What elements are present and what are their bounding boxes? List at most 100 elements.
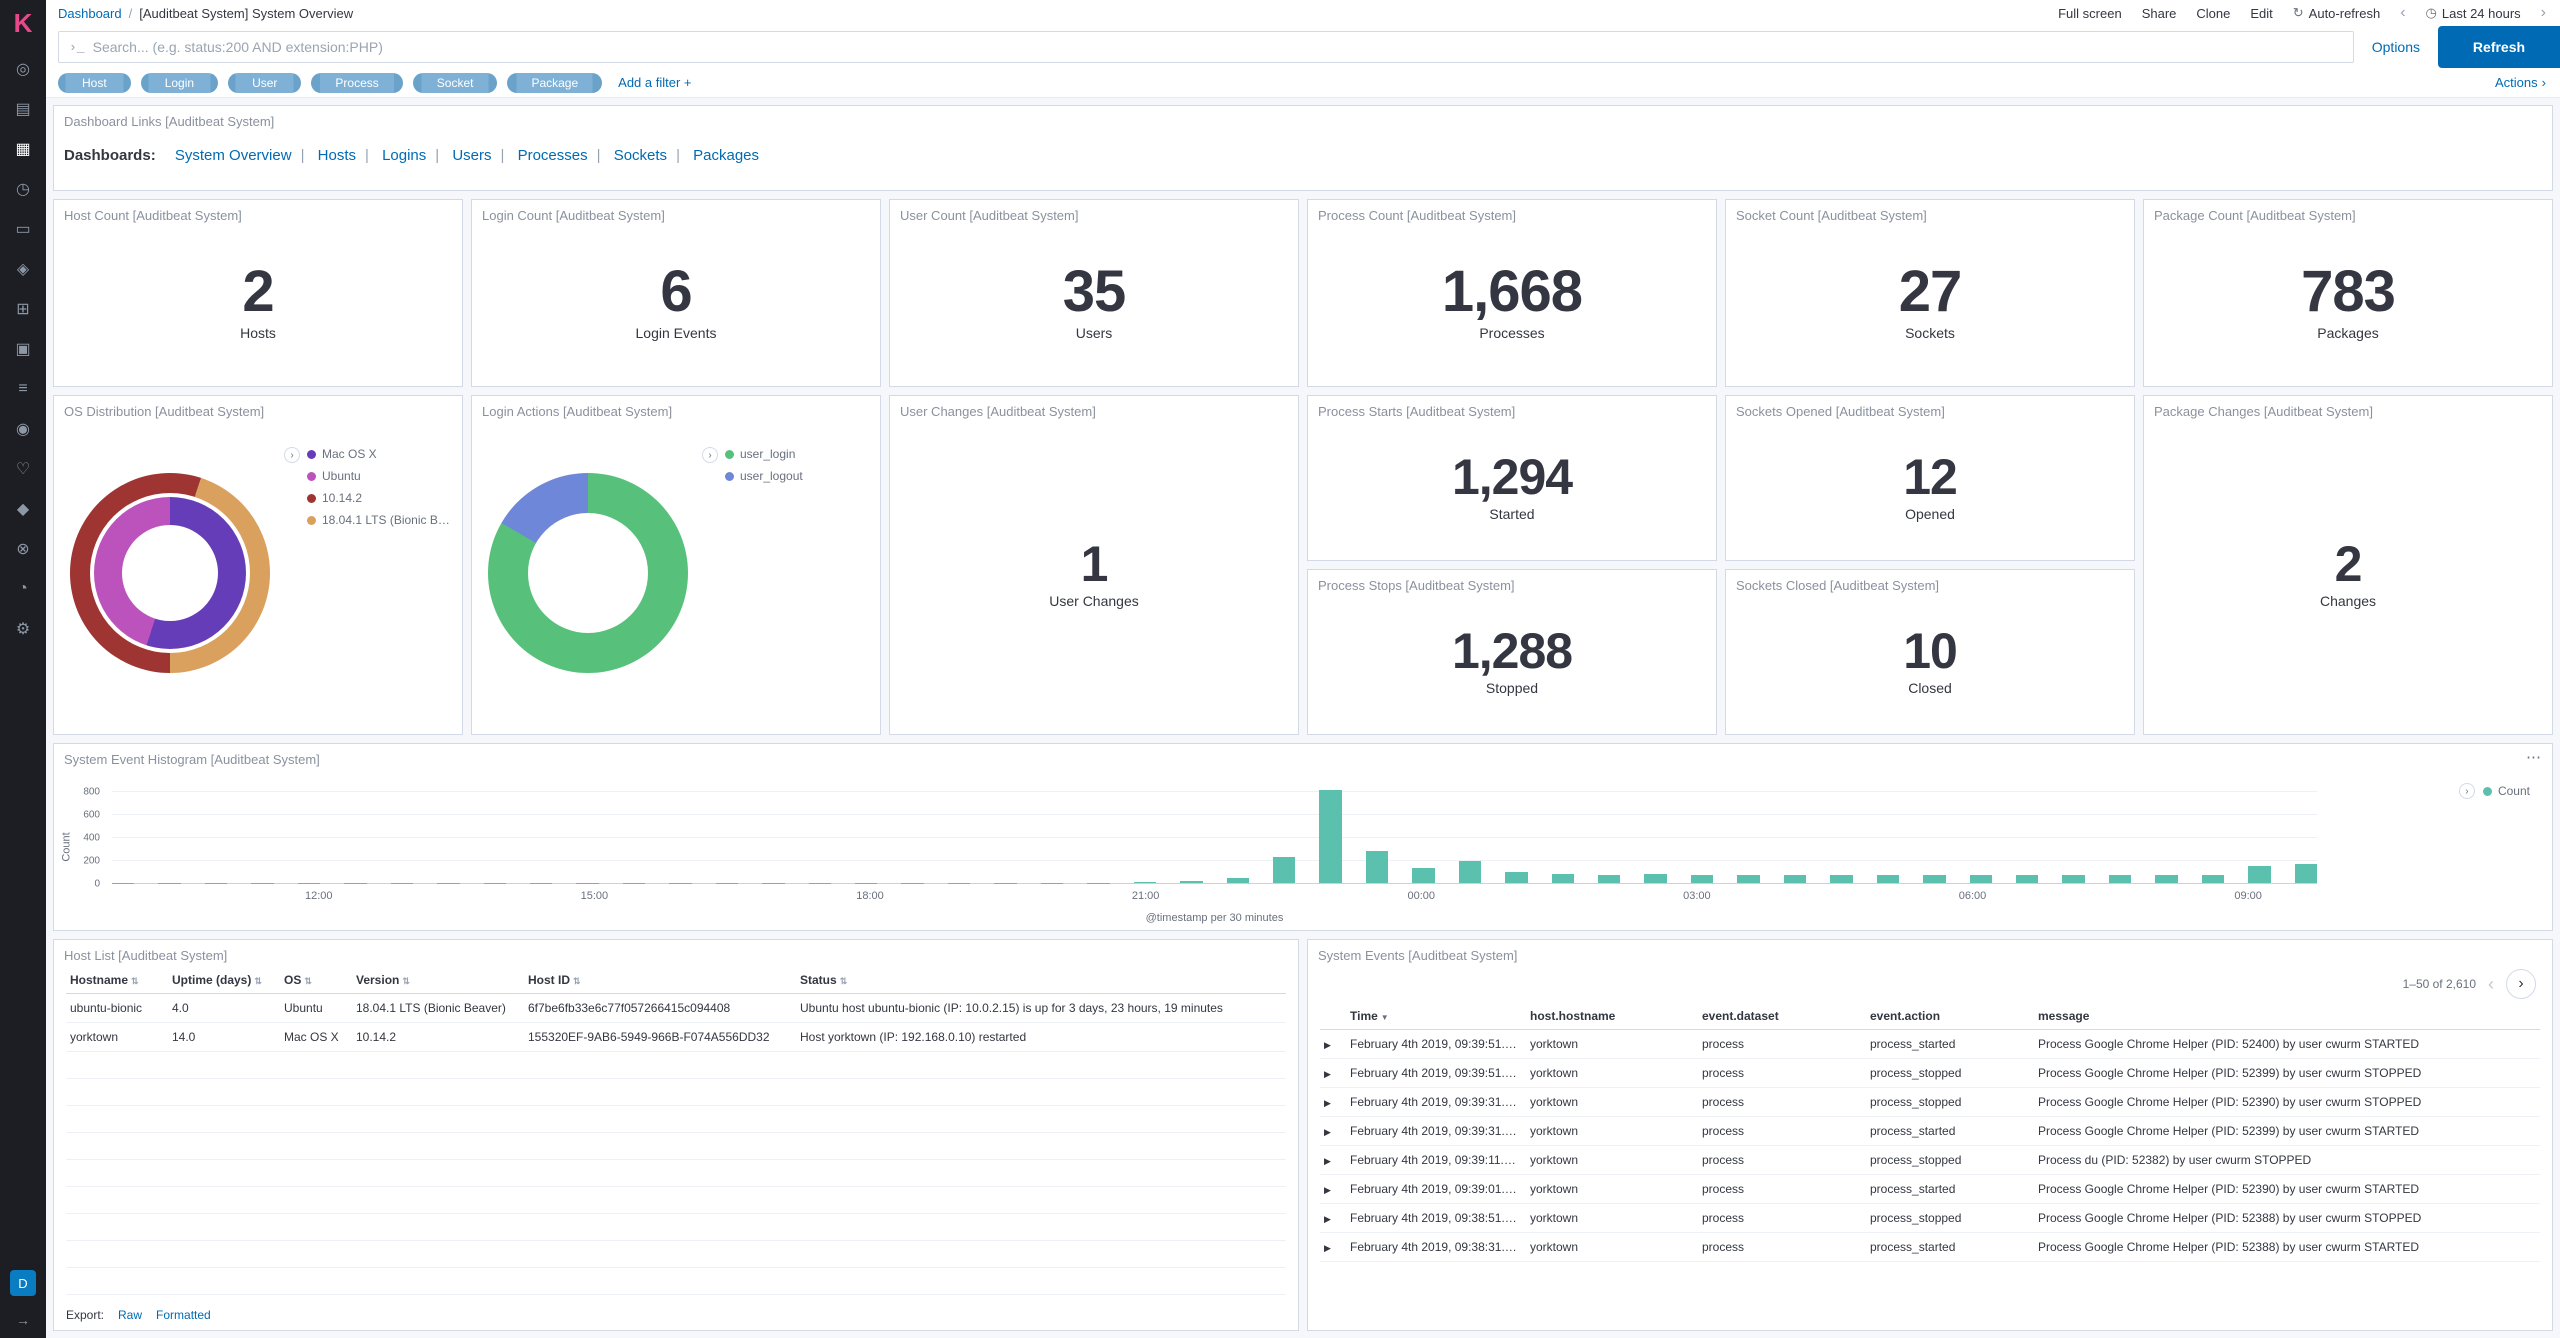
link-processes[interactable]: Processes <box>518 147 588 164</box>
export-raw-link[interactable]: Raw <box>118 1308 142 1322</box>
event-row[interactable]: ▶ February 4th 2019, 09:39:01.196 yorkto… <box>1320 1175 2540 1204</box>
column-header-uptime[interactable]: Uptime (days)⇅ <box>168 967 280 994</box>
link-sockets[interactable]: Sockets <box>614 147 667 164</box>
event-row[interactable]: ▶ February 4th 2019, 09:39:11.198 yorkto… <box>1320 1146 2540 1175</box>
sidebar-item-apm[interactable]: ◉ <box>0 409 46 449</box>
histogram-bar[interactable] <box>1552 874 1574 883</box>
expand-row-button[interactable]: ▶ <box>1324 1156 1331 1166</box>
previous-page-button[interactable]: ‹ <box>2488 974 2494 995</box>
sidebar-item-canvas[interactable]: ▭ <box>0 209 46 249</box>
search-input[interactable] <box>93 39 2343 55</box>
histogram-bar[interactable] <box>1923 875 1945 883</box>
sidebar-item-timelion[interactable]: ◷ <box>0 169 46 209</box>
histogram-bar[interactable] <box>2295 864 2317 883</box>
histogram-bar[interactable] <box>1319 790 1341 883</box>
legend-item[interactable]: user_logout <box>725 469 803 483</box>
edit-button[interactable]: Edit <box>2250 6 2272 21</box>
histogram-bar[interactable] <box>1644 874 1666 883</box>
event-row[interactable]: ▶ February 4th 2019, 09:38:51.197 yorkto… <box>1320 1204 2540 1233</box>
sidebar-item-monitoring[interactable]: ◔ <box>0 569 46 609</box>
link-users[interactable]: Users <box>452 147 491 164</box>
histogram-bar[interactable] <box>1737 875 1759 883</box>
full-screen-button[interactable]: Full screen <box>2058 6 2122 21</box>
histogram-bar[interactable] <box>2248 866 2270 883</box>
histogram-bar[interactable] <box>1227 878 1249 883</box>
filter-pill-host[interactable]: Host <box>58 73 131 93</box>
breadcrumb-dashboard-link[interactable]: Dashboard <box>58 6 122 21</box>
share-button[interactable]: Share <box>2142 6 2177 21</box>
clone-button[interactable]: Clone <box>2196 6 2230 21</box>
expand-row-button[interactable]: ▶ <box>1324 1098 1331 1108</box>
column-header-os[interactable]: OS⇅ <box>280 967 352 994</box>
add-filter-button[interactable]: Add a filter + <box>618 75 691 90</box>
filter-pill-socket[interactable]: Socket <box>413 73 498 93</box>
filter-pill-package[interactable]: Package <box>507 73 602 93</box>
expand-row-button[interactable]: ▶ <box>1324 1214 1331 1224</box>
sidebar-item-dev-tools[interactable]: ⊗ <box>0 529 46 569</box>
time-forward-button[interactable]: › <box>2541 4 2546 22</box>
sidebar-item-uptime[interactable]: ♡ <box>0 449 46 489</box>
histogram-bar[interactable] <box>2202 875 2224 883</box>
next-page-button[interactable]: › <box>2506 969 2536 999</box>
expand-row-button[interactable]: ▶ <box>1324 1243 1331 1253</box>
legend-item[interactable]: user_login <box>725 447 803 461</box>
sidebar-item-machine-learning[interactable]: ⊞ <box>0 289 46 329</box>
link-packages[interactable]: Packages <box>693 147 759 164</box>
histogram-bar[interactable] <box>1970 875 1992 883</box>
refresh-button[interactable]: Refresh <box>2438 26 2560 68</box>
sidebar-item-management[interactable]: ⚙ <box>0 609 46 649</box>
os-distribution-donut[interactable] <box>70 473 270 673</box>
kibana-logo[interactable]: K <box>14 8 33 39</box>
expand-row-button[interactable]: ▶ <box>1324 1127 1331 1137</box>
expand-row-button[interactable]: ▶ <box>1324 1185 1331 1195</box>
column-header-host-hostname[interactable]: host.hostname <box>1526 1003 1698 1030</box>
histogram-bar[interactable] <box>1784 875 1806 883</box>
legend-toggle-button[interactable]: › <box>284 447 300 463</box>
login-actions-donut[interactable] <box>488 473 688 673</box>
event-row[interactable]: ▶ February 4th 2019, 09:39:51.199 yorkto… <box>1320 1059 2540 1088</box>
legend-item[interactable]: Count <box>2483 784 2530 798</box>
link-logins[interactable]: Logins <box>382 147 426 164</box>
expand-row-button[interactable]: ▶ <box>1324 1069 1331 1079</box>
histogram-bar[interactable] <box>1412 868 1434 883</box>
auto-refresh-button[interactable]: ↻ Auto-refresh <box>2293 5 2380 21</box>
sidebar-item-maps[interactable]: ◈ <box>0 249 46 289</box>
time-back-button[interactable]: ‹ <box>2400 4 2405 22</box>
event-row[interactable]: ▶ February 4th 2019, 09:39:31.199 yorkto… <box>1320 1088 2540 1117</box>
column-header-host-id[interactable]: Host ID⇅ <box>524 967 796 994</box>
sidebar-item-dashboard[interactable]: ▦ <box>0 129 46 169</box>
query-options-link[interactable]: Options <box>2372 39 2420 55</box>
export-formatted-link[interactable]: Formatted <box>156 1308 211 1322</box>
sidebar-item-logs[interactable]: ≡ <box>0 369 46 409</box>
histogram-bar[interactable] <box>1877 875 1899 883</box>
event-row[interactable]: ▶ February 4th 2019, 09:39:51.199 yorkto… <box>1320 1030 2540 1059</box>
column-header-status[interactable]: Status⇅ <box>796 967 1286 994</box>
histogram-bar[interactable] <box>2062 875 2084 883</box>
sidebar-collapse-icon[interactable]: → <box>16 1312 30 1328</box>
panel-menu-button[interactable]: ⋯ <box>2526 748 2542 766</box>
histogram-bar[interactable] <box>2155 875 2177 883</box>
column-header-event-action[interactable]: event.action <box>1866 1003 2034 1030</box>
link-hosts[interactable]: Hosts <box>318 147 356 164</box>
legend-item[interactable]: Ubuntu <box>307 469 456 483</box>
sidebar-item-discover[interactable]: ◎ <box>0 49 46 89</box>
column-header-hostname[interactable]: Hostname⇅ <box>66 967 168 994</box>
histogram-bar[interactable] <box>1459 861 1481 883</box>
legend-item[interactable]: 18.04.1 LTS (Bionic Beaver) <box>307 513 456 527</box>
histogram-bar[interactable] <box>1598 875 1620 883</box>
filter-pill-login[interactable]: Login <box>141 73 218 93</box>
histogram-bar[interactable] <box>1691 875 1713 883</box>
legend-item[interactable]: Mac OS X <box>307 447 456 461</box>
histogram-bar[interactable] <box>1273 857 1295 883</box>
filter-pill-process[interactable]: Process <box>311 73 402 93</box>
event-row[interactable]: ▶ February 4th 2019, 09:39:31.199 yorkto… <box>1320 1117 2540 1146</box>
filter-pill-user[interactable]: User <box>228 73 301 93</box>
histogram-bar[interactable] <box>1505 872 1527 883</box>
expand-row-button[interactable]: ▶ <box>1324 1040 1331 1050</box>
sidebar-item-graph[interactable]: ◆ <box>0 489 46 529</box>
sidebar-item-visualize[interactable]: ▤ <box>0 89 46 129</box>
column-header-time[interactable]: Time▼ <box>1346 1003 1526 1030</box>
histogram-bar[interactable] <box>2016 875 2038 883</box>
link-system-overview[interactable]: System Overview <box>175 147 292 164</box>
histogram-bar[interactable] <box>1366 851 1388 883</box>
